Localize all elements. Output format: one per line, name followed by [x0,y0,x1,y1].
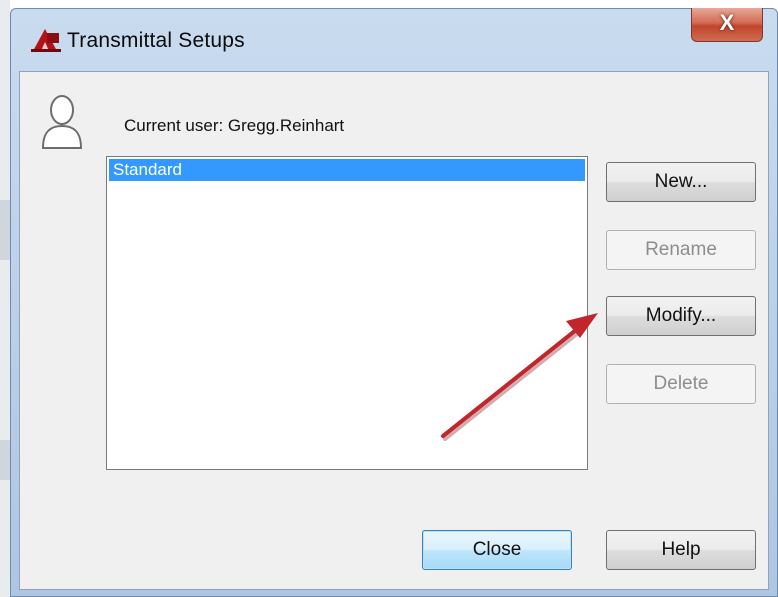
rename-button[interactable]: Rename [606,230,756,270]
transmittal-setups-dialog: Transmittal Setups X Current user: Gregg… [10,8,778,597]
screenshot-page: Transmittal Setups X Current user: Gregg… [0,0,778,597]
dialog-client-area: Current user: Gregg.Reinhart Standard Ne… [19,71,769,590]
title-bar[interactable]: Transmittal Setups X [11,8,777,71]
list-item-standard[interactable]: Standard [109,159,585,181]
delete-button[interactable]: Delete [606,364,756,404]
dialog-title: Transmittal Setups [67,29,245,52]
background-fragment [0,200,10,260]
autocad-app-icon [31,29,61,52]
current-user-label: Current user: Gregg.Reinhart [124,116,345,135]
close-window-button[interactable]: X [691,8,763,42]
setups-listbox[interactable]: Standard [106,156,588,470]
help-button[interactable]: Help [606,530,756,570]
user-silhouette-icon [41,95,83,149]
new-button[interactable]: New... [606,162,756,202]
modify-button[interactable]: Modify... [606,296,756,336]
close-icon: X [719,10,735,35]
background-fragment [0,440,10,480]
close-button[interactable]: Close [422,530,572,570]
background-window-edge [0,0,10,597]
